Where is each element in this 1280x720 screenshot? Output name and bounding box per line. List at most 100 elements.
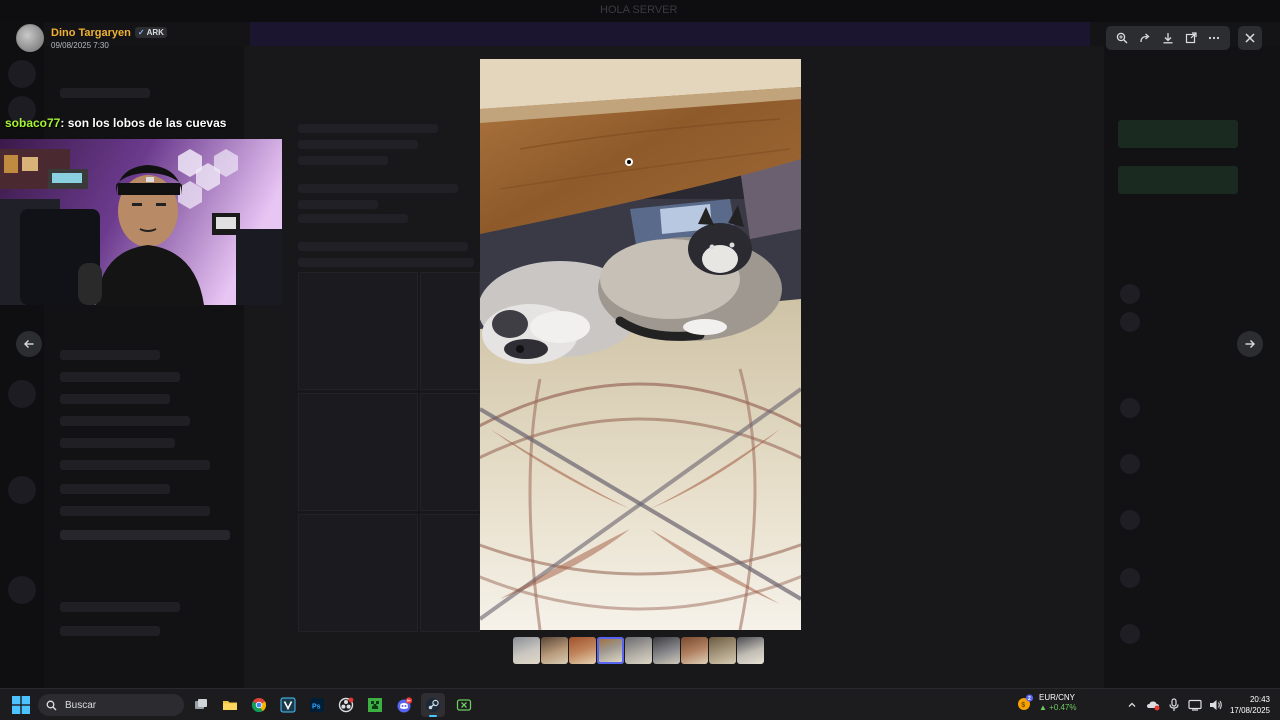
thumbnail[interactable] bbox=[569, 637, 596, 664]
background-channel bbox=[60, 530, 230, 540]
background-titlebar: HOLA SERVER bbox=[0, 0, 1280, 22]
clock-time: 20:43 bbox=[1249, 695, 1270, 704]
upload-timestamp: 09/08/2025 7:30 bbox=[51, 40, 109, 50]
background-image bbox=[298, 393, 418, 511]
background-member-avatar bbox=[1120, 312, 1140, 332]
windows-logo-icon bbox=[12, 696, 30, 714]
background-message bbox=[298, 156, 388, 165]
network-icon bbox=[1188, 699, 1202, 711]
background-channel bbox=[60, 394, 170, 404]
obs-button[interactable] bbox=[334, 693, 358, 717]
discord-icon: 9+ bbox=[397, 697, 412, 713]
thumbnail[interactable] bbox=[709, 637, 736, 664]
background-server-icon bbox=[8, 380, 36, 408]
background-channel bbox=[60, 372, 180, 382]
thumbnail[interactable] bbox=[625, 637, 652, 664]
background-member-avatar bbox=[1120, 284, 1140, 304]
taskbar-search[interactable]: Buscar bbox=[38, 694, 184, 716]
minecraft-launcher-button[interactable] bbox=[363, 693, 387, 717]
thumbnail[interactable] bbox=[681, 637, 708, 664]
arrow-left-icon bbox=[24, 340, 34, 348]
previous-image-button[interactable] bbox=[16, 331, 42, 357]
streamer-webcam bbox=[0, 139, 282, 305]
next-image-button[interactable] bbox=[1237, 331, 1263, 357]
main-image[interactable] bbox=[480, 59, 801, 630]
stock-ticker-widget[interactable]: $2 EUR/CNY ▲ +0.47% bbox=[1016, 693, 1077, 713]
background-server-icon bbox=[8, 476, 36, 504]
start-button[interactable] bbox=[12, 696, 30, 714]
thumbnail-strip bbox=[513, 637, 764, 664]
xbox-app-button[interactable] bbox=[452, 693, 476, 717]
ticker-badge-count: 2 bbox=[1028, 696, 1031, 702]
steam-icon bbox=[426, 698, 440, 712]
svg-text:Ps: Ps bbox=[312, 704, 321, 711]
server-tag-badge: ✓ ARK bbox=[134, 27, 167, 38]
ticker-text: EUR/CNY ▲ +0.47% bbox=[1039, 693, 1077, 713]
thumbnail-active[interactable] bbox=[597, 637, 624, 664]
webcam-scene bbox=[0, 139, 282, 305]
discord-notification-badge: 9+ bbox=[407, 699, 411, 703]
discord-button[interactable]: 9+ bbox=[392, 693, 416, 717]
microphone-button[interactable] bbox=[1166, 697, 1182, 713]
up-arrow-icon: ▲ bbox=[1039, 703, 1050, 712]
clock-date: 17/08/2025 bbox=[1229, 706, 1270, 715]
volume-button[interactable] bbox=[1208, 697, 1224, 713]
photoshop-button[interactable]: Ps bbox=[305, 693, 329, 717]
background-activity-card bbox=[1118, 120, 1238, 148]
vegas-icon bbox=[280, 697, 296, 713]
show-hidden-icons-button[interactable] bbox=[1124, 697, 1140, 713]
background-channel bbox=[60, 506, 210, 516]
thumbnail[interactable] bbox=[513, 637, 540, 664]
obs-icon bbox=[338, 697, 354, 713]
background-channel bbox=[60, 416, 190, 426]
server-tag-label: ARK bbox=[146, 28, 164, 37]
system-tray bbox=[1124, 697, 1224, 713]
background-channel bbox=[60, 438, 175, 448]
taskbar-clock[interactable]: 20:43 17/08/2025 bbox=[1224, 694, 1270, 716]
currency-icon: $2 bbox=[1018, 694, 1034, 710]
background-image bbox=[298, 272, 418, 390]
tray-app-button[interactable] bbox=[1145, 697, 1161, 713]
husky-puppies-photo bbox=[480, 59, 801, 630]
zoom-in-button[interactable] bbox=[1112, 28, 1132, 48]
vegas-button[interactable] bbox=[276, 693, 300, 717]
background-channel bbox=[60, 602, 180, 612]
task-view-button[interactable] bbox=[189, 693, 213, 717]
close-viewer-button[interactable] bbox=[1238, 26, 1262, 50]
file-explorer-button[interactable] bbox=[218, 693, 242, 717]
background-server-icon bbox=[8, 60, 36, 88]
thumbnail[interactable] bbox=[541, 637, 568, 664]
background-message bbox=[298, 200, 378, 209]
ticker-change: ▲ +0.47% bbox=[1039, 703, 1077, 713]
background-channel bbox=[60, 460, 210, 470]
uploader-info[interactable]: Dino Targaryen ✓ ARK 09/08/2025 7:30 bbox=[16, 24, 167, 52]
download-button[interactable] bbox=[1158, 28, 1178, 48]
task-view-icon bbox=[195, 699, 207, 709]
avatar[interactable] bbox=[16, 24, 44, 52]
download-icon bbox=[1163, 33, 1173, 44]
background-channel bbox=[60, 350, 160, 360]
stream-chat-overlay: sobaco77: son los lobos de las cuevas bbox=[5, 116, 226, 130]
windows-taskbar: Buscar Ps 9+ $ 2 EUR/CNY ▲ +0.47% 20:43 … bbox=[0, 688, 1280, 720]
background-channel bbox=[60, 484, 170, 494]
thumbnail[interactable] bbox=[653, 637, 680, 664]
more-options-button[interactable] bbox=[1204, 28, 1224, 48]
uploader-name-row: Dino Targaryen ✓ ARK bbox=[51, 27, 167, 39]
forward-icon bbox=[1140, 33, 1150, 43]
network-button[interactable] bbox=[1187, 697, 1203, 713]
steam-button[interactable] bbox=[421, 693, 445, 717]
background-message bbox=[298, 124, 438, 133]
arrow-right-icon bbox=[1245, 340, 1255, 348]
chrome-icon bbox=[251, 698, 267, 713]
background-member-avatar bbox=[1120, 568, 1140, 588]
uploader-name[interactable]: Dino Targaryen bbox=[51, 27, 131, 39]
chrome-button[interactable] bbox=[247, 693, 271, 717]
forward-button[interactable] bbox=[1135, 28, 1155, 48]
background-member-avatar bbox=[1120, 624, 1140, 644]
more-icon bbox=[1209, 36, 1220, 40]
thumbnail[interactable] bbox=[737, 637, 764, 664]
open-external-button[interactable] bbox=[1181, 28, 1201, 48]
chat-username: sobaco77 bbox=[5, 116, 61, 130]
tag-check-icon: ✓ bbox=[137, 28, 145, 37]
search-icon bbox=[46, 700, 57, 710]
